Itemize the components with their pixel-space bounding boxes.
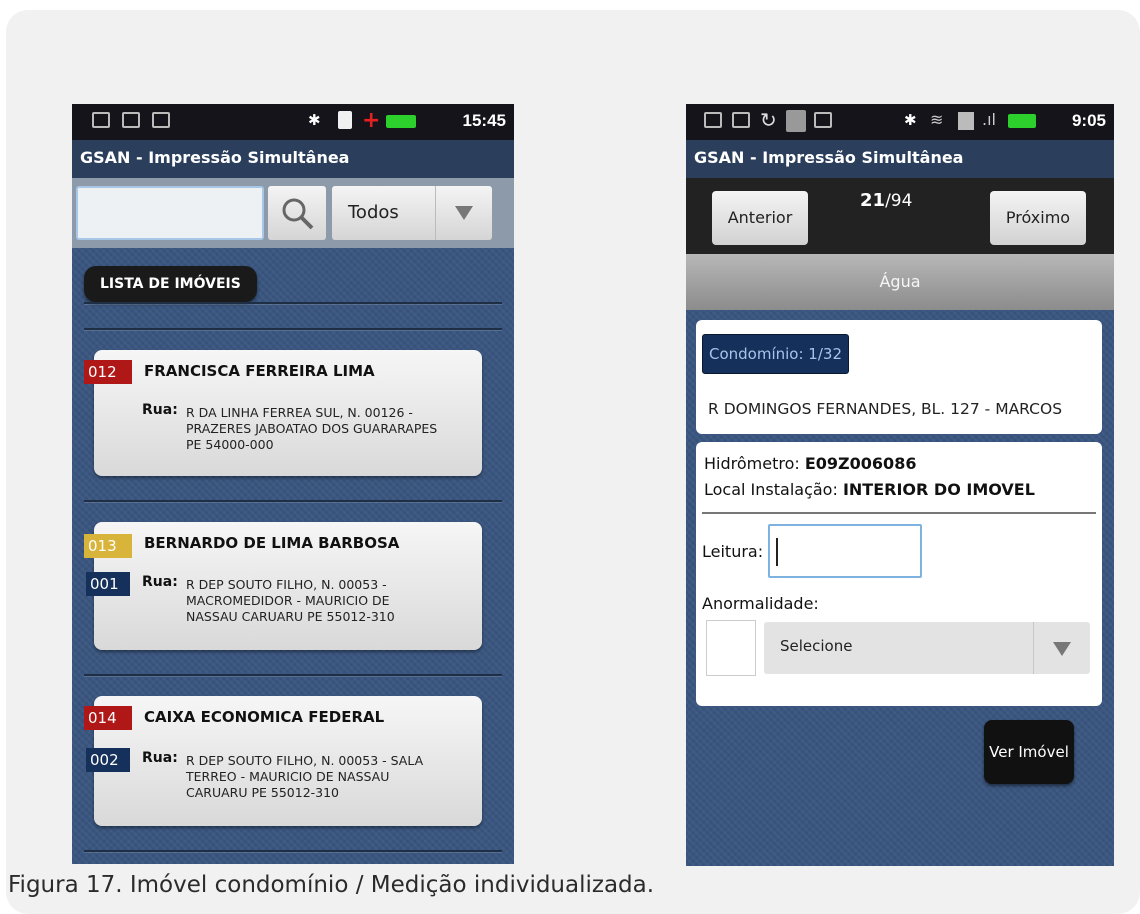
search-button[interactable] <box>268 186 326 240</box>
divider <box>84 674 502 676</box>
leitura-input[interactable] <box>768 524 922 578</box>
sync-icon: ↻ <box>760 108 777 132</box>
chevron-down-icon <box>455 206 473 220</box>
divider <box>84 302 502 304</box>
right-phone-screen: ↻ ✱ ≋ .ıl 9:05 GSAN - Impressão Simultân… <box>686 104 1114 866</box>
figure-caption: Figura 17. Imóvel condomínio / Medição i… <box>8 872 655 898</box>
status-bar: ↻ ✱ ≋ .ıl 9:05 <box>686 104 1114 140</box>
property-card[interactable]: 013 BERNARDO DE LIMA BARBOSA 001 Rua: R … <box>84 522 482 650</box>
anormalidade-checkbox[interactable] <box>706 620 756 676</box>
anormalidade-select[interactable]: Selecione <box>764 622 1090 674</box>
battery-charging-icon <box>1008 114 1036 128</box>
divider <box>702 512 1096 514</box>
property-owner-name: CAIXA ECONOMICA FEDERAL <box>144 708 385 726</box>
divider <box>84 328 502 330</box>
address-line: R DA LINHA FERREA SUL, N. 00126 - <box>186 405 413 420</box>
list-header: LISTA DE IMÓVEIS <box>84 266 257 302</box>
hidrometro-row: Hidrômetro: E09Z006086 <box>704 454 916 473</box>
usb-icon <box>814 112 832 128</box>
condominium-card: Condomínio: 1/32 R DOMINGOS FERNANDES, B… <box>696 320 1102 434</box>
mail-icon <box>732 112 750 128</box>
alert-icon <box>338 111 352 129</box>
address-line: R DEP SOUTO FILHO, N. 00053 - SALA <box>186 753 424 768</box>
divider <box>84 500 502 502</box>
property-number-badge: 014 <box>84 706 132 730</box>
chevron-down-icon <box>1053 642 1071 656</box>
signal-icon: .ıl <box>982 110 996 129</box>
app-title: GSAN - Impressão Simultânea <box>72 140 514 178</box>
property-number-badge: 013 <box>84 534 132 558</box>
next-button[interactable]: Próximo <box>990 191 1086 245</box>
bluetooth-icon: ✱ <box>904 111 917 129</box>
condominium-address: R DOMINGOS FERNANDES, BL. 127 - MARCOS <box>708 400 1063 418</box>
notification-icon <box>704 112 722 128</box>
dropdown-arrow <box>435 186 492 240</box>
network-type-icon <box>958 112 974 130</box>
property-address: R DEP SOUTO FILHO, N. 00053 - SALA TERRE… <box>186 753 466 801</box>
hidrometro-label: Hidrômetro: <box>704 454 800 473</box>
status-time: 15:45 <box>462 111 506 130</box>
address-line: R DEP SOUTO FILHO, N. 00053 - <box>186 577 387 592</box>
address-line: TERREO - MAURICIO DE NASSAU <box>186 769 390 784</box>
search-icon <box>282 198 314 230</box>
vibrate-icon: ≋ <box>930 110 944 129</box>
status-bar: ✱ + 15:45 <box>72 104 514 140</box>
battery-icon <box>386 115 416 128</box>
address-line: PE 54000-000 <box>186 437 274 452</box>
medical-cross-icon: + <box>362 108 381 133</box>
pager-total: /94 <box>885 191 913 211</box>
local-instalacao-label: Local Instalação: <box>704 480 838 499</box>
dropdown-arrow <box>1033 622 1090 674</box>
app-title: GSAN - Impressão Simultânea <box>686 140 1114 178</box>
local-instalacao-value: INTERIOR DO IMOVEL <box>842 480 1035 499</box>
local-instalacao-row: Local Instalação: INTERIOR DO IMOVEL <box>704 480 1035 499</box>
search-bar: Todos <box>72 178 514 248</box>
property-address: R DA LINHA FERREA SUL, N. 00126 - PRAZER… <box>186 405 466 453</box>
divider <box>84 850 502 852</box>
property-card[interactable]: 014 CAIXA ECONOMICA FEDERAL 002 Rua: R D… <box>84 696 482 826</box>
meter-reading-card: Hidrômetro: E09Z006086 Local Instalação:… <box>696 442 1102 706</box>
property-owner-name: BERNARDO DE LIMA BARBOSA <box>144 534 400 552</box>
pager-current: 21 <box>860 190 886 211</box>
previous-button[interactable]: Anterior <box>712 191 808 245</box>
sub-number-badge: 002 <box>86 748 130 772</box>
filter-select[interactable]: Todos <box>332 186 492 240</box>
rua-label: Rua: <box>142 574 178 590</box>
mail-icon <box>122 112 140 128</box>
left-phone-screen: ✱ + 15:45 GSAN - Impressão Simultânea To… <box>72 104 514 864</box>
tab-agua[interactable]: Água <box>686 254 1114 310</box>
navigation-bar: Anterior 21/94 Próximo <box>686 178 1114 254</box>
bluetooth-icon: ✱ <box>308 111 321 129</box>
leitura-label: Leitura: <box>702 542 764 561</box>
calendar-icon <box>786 110 806 132</box>
ver-imovel-button[interactable]: Ver Imóvel <box>984 720 1074 784</box>
anormalidade-selected-label: Selecione <box>780 637 853 655</box>
property-number-badge: 012 <box>84 360 132 384</box>
property-card[interactable]: 012 FRANCISCA FERREIRA LIMA Rua: R DA LI… <box>84 350 482 476</box>
search-input[interactable] <box>76 186 264 240</box>
sub-number-badge: 001 <box>86 572 130 596</box>
pager: 21/94 <box>860 190 912 211</box>
usb-icon <box>152 112 170 128</box>
address-line: PRAZERES JABOATAO DOS GUARARAPES <box>186 421 438 436</box>
address-line: NASSAU CARUARU PE 55012-310 <box>186 609 395 624</box>
condominium-badge: Condomínio: 1/32 <box>702 334 849 374</box>
address-line: CARUARU PE 55012-310 <box>186 785 340 800</box>
rua-label: Rua: <box>142 750 178 766</box>
status-time: 9:05 <box>1071 111 1106 130</box>
filter-selected-label: Todos <box>348 202 399 223</box>
anormalidade-label: Anormalidade: <box>702 594 819 613</box>
text-cursor <box>776 538 778 566</box>
property-address: R DEP SOUTO FILHO, N. 00053 - MACROMEDID… <box>186 577 466 625</box>
property-owner-name: FRANCISCA FERREIRA LIMA <box>144 362 375 380</box>
rua-label: Rua: <box>142 402 178 418</box>
hidrometro-value: E09Z006086 <box>804 454 917 473</box>
notification-icon <box>92 112 110 128</box>
address-line: MACROMEDIDOR - MAURICIO DE <box>186 593 390 608</box>
